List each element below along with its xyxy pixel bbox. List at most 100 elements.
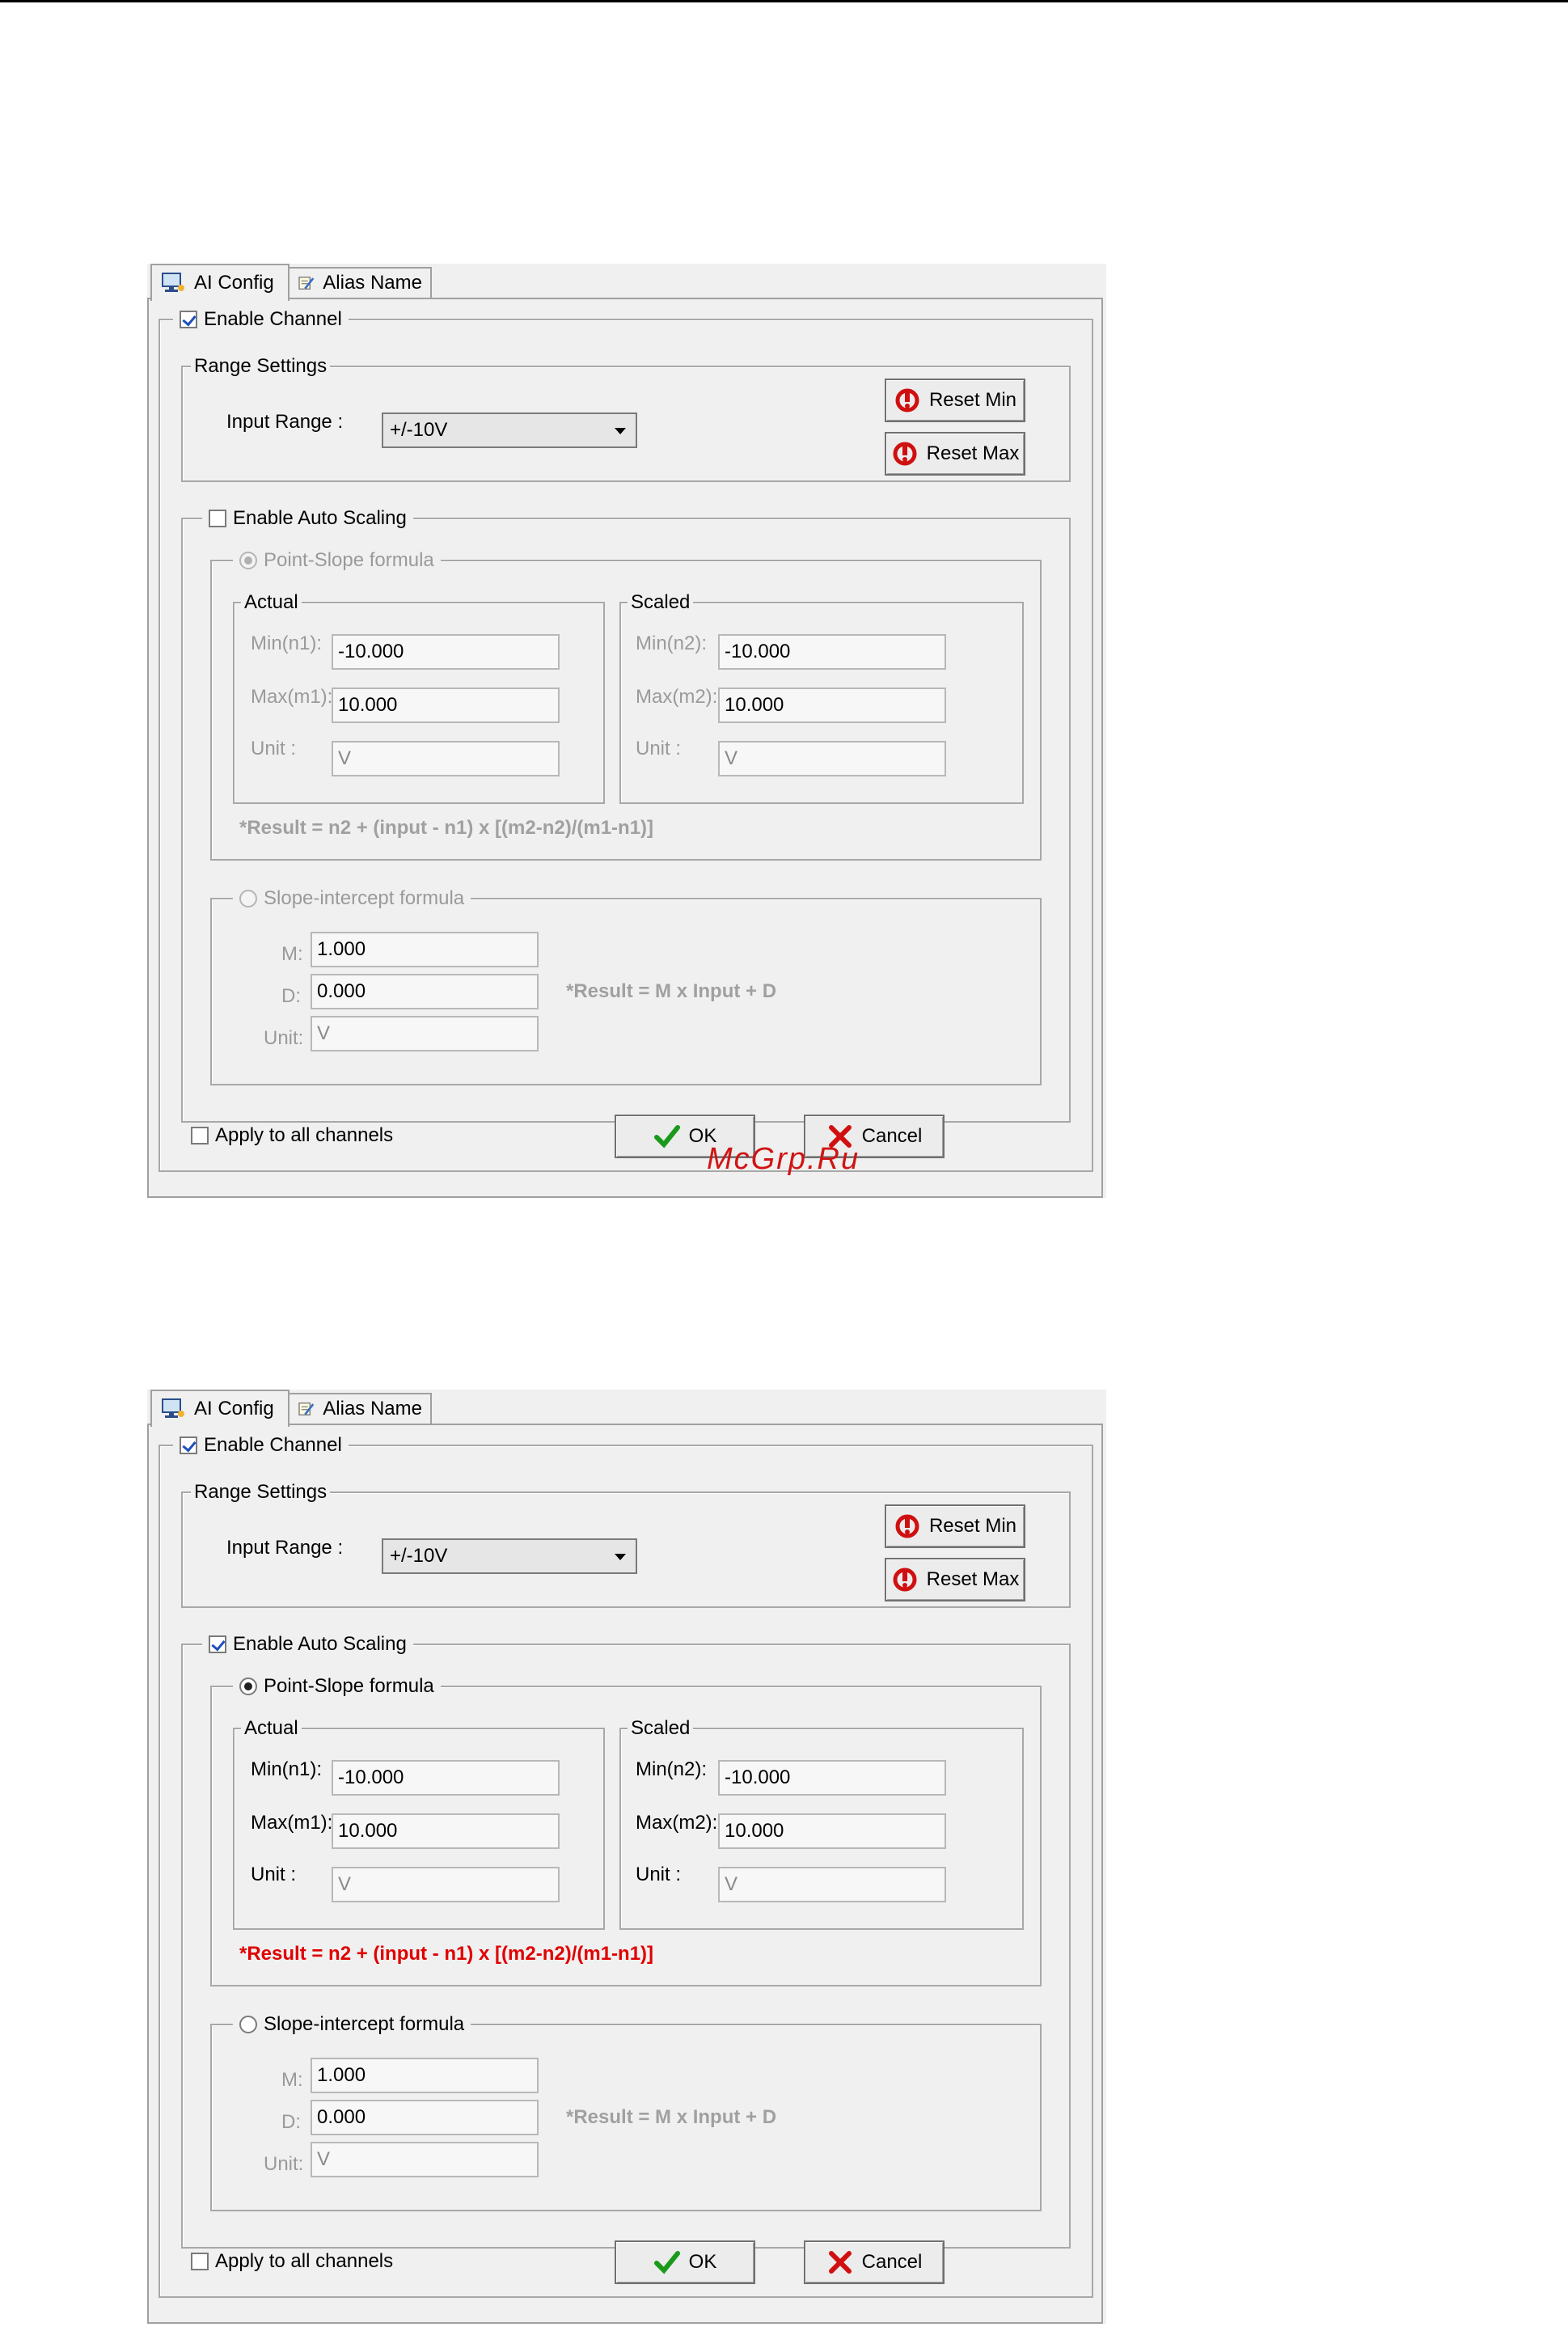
unit-si-field[interactable]: V [311, 1016, 539, 1051]
auto-scaling-legend: Enable Auto Scaling [202, 1632, 413, 1656]
unit-scaled-value: V [725, 747, 738, 769]
cancel-label: Cancel [861, 2251, 923, 2273]
point-slope-group: Point-Slope formula Actual Min(n1): -10.… [210, 548, 1042, 861]
min-n2-field[interactable]: -10.000 [718, 634, 946, 670]
red-reset-icon [893, 442, 917, 466]
cancel-label: Cancel [861, 1125, 923, 1147]
d-field[interactable]: 0.000 [311, 974, 539, 1009]
range-settings-title-text: Range Settings [194, 1481, 328, 1503]
reset-max-button[interactable]: Reset Max [885, 432, 1025, 476]
red-reset-icon [895, 388, 919, 413]
unit-scaled-field[interactable]: V [718, 1867, 946, 1902]
min-n2-value: -10.000 [725, 1766, 791, 1788]
watermark: McGrp.Ru [707, 1142, 860, 1176]
slope-intercept-radio[interactable] [239, 2016, 257, 2033]
tab-ai-config[interactable]: AI Config [150, 264, 290, 301]
unit-si-field[interactable]: V [311, 2142, 539, 2177]
unit-scaled-value: V [725, 1873, 738, 1895]
max-m2-field[interactable]: 10.000 [718, 688, 946, 723]
enable-channel-legend: Enable Channel [173, 1433, 349, 1458]
max-m2-label: Max(m2): [636, 1812, 718, 1834]
page-top-rule [0, 0, 1568, 2]
max-m1-field[interactable]: 10.000 [332, 1813, 560, 1849]
unit-si-label: Unit: [264, 2153, 304, 2175]
monitor-network-icon [162, 273, 184, 292]
scaled-title: Scaled [628, 1716, 694, 1741]
tab-label: Alias Name [323, 272, 422, 294]
max-m2-field[interactable]: 10.000 [718, 1813, 946, 1849]
apply-all-checkbox[interactable] [191, 1127, 209, 1144]
min-n2-field[interactable]: -10.000 [718, 1760, 946, 1796]
input-range-select[interactable]: +/-10V [382, 1538, 637, 1574]
apply-all-row: Apply to all channels [191, 2250, 393, 2273]
tab-label: AI Config [194, 272, 274, 294]
slope-intercept-formula: *Result = M x Input + D [566, 980, 777, 1002]
reset-min-button[interactable]: Reset Min [885, 1504, 1025, 1548]
enable-auto-scaling-label: Enable Auto Scaling [233, 507, 407, 529]
point-slope-radio[interactable] [239, 552, 257, 569]
unit-actual-field[interactable]: V [332, 1867, 560, 1902]
enable-channel-checkbox[interactable] [180, 1436, 197, 1454]
red-reset-icon [895, 1514, 919, 1538]
max-m1-value: 10.000 [338, 1820, 398, 1842]
unit-actual-label: Unit : [251, 1864, 297, 1885]
enable-auto-scaling-label: Enable Auto Scaling [233, 1633, 407, 1655]
m-field[interactable]: 1.000 [311, 932, 539, 967]
unit-scaled-field[interactable]: V [718, 741, 946, 776]
slope-intercept-radio[interactable] [239, 890, 257, 908]
slope-intercept-legend: Slope-intercept formula [233, 886, 471, 911]
enable-auto-scaling-checkbox[interactable] [209, 510, 226, 527]
ai-config-panel: Enable Channel Range Settings Input Rang… [147, 1424, 1103, 2324]
min-n2-value: -10.000 [725, 641, 791, 662]
unit-si-value: V [317, 2148, 331, 2170]
enable-channel-checkbox[interactable] [180, 311, 197, 328]
scaled-title-text: Scaled [631, 1717, 691, 1739]
cancel-button[interactable]: Cancel [804, 2240, 945, 2284]
ok-button[interactable]: OK [615, 2240, 755, 2284]
apply-all-checkbox[interactable] [191, 2253, 209, 2270]
enable-auto-scaling-checkbox[interactable] [209, 1635, 226, 1653]
d-field[interactable]: 0.000 [311, 2100, 539, 2135]
apply-all-row: Apply to all channels [191, 1124, 393, 1147]
tab-alias-name[interactable]: Alias Name [288, 267, 432, 298]
tab-alias-name[interactable]: Alias Name [288, 1393, 432, 1424]
notepad-pencil-icon [298, 1403, 315, 1415]
scaled-title-text: Scaled [631, 591, 691, 613]
d-label: D: [281, 2111, 301, 2133]
input-range-select[interactable]: +/-10V [382, 413, 637, 448]
slope-intercept-group: Slope-intercept formula M: 1.000 D: 0.00… [210, 2012, 1042, 2211]
max-m2-value: 10.000 [725, 1820, 784, 1842]
chevron-down-icon [615, 428, 626, 434]
max-m1-label: Max(m1): [251, 686, 333, 708]
input-range-value: +/-10V [390, 419, 448, 441]
reset-max-label: Reset Max [926, 442, 1020, 464]
range-settings-group: Range Settings Input Range : +/-10V Rese… [181, 354, 1071, 482]
range-settings-title: Range Settings [191, 1480, 331, 1504]
min-n1-field[interactable]: -10.000 [332, 634, 560, 670]
actual-title-text: Actual [244, 591, 298, 613]
enable-channel-group: Enable Channel Range Settings Input Rang… [158, 1433, 1093, 2298]
max-m1-value: 10.000 [338, 694, 398, 716]
actual-title-text: Actual [244, 1717, 298, 1739]
tab-strip: AI Config Alias Name [147, 264, 1106, 301]
m-field[interactable]: 1.000 [311, 2058, 539, 2093]
point-slope-formula: *Result = n2 + (input - n1) x [(m2-n2)/(… [239, 1943, 654, 1965]
unit-si-value: V [317, 1022, 331, 1044]
unit-actual-value: V [338, 1873, 352, 1895]
min-n1-value: -10.000 [338, 641, 404, 662]
unit-actual-field[interactable]: V [332, 741, 560, 776]
max-m1-field[interactable]: 10.000 [332, 688, 560, 723]
point-slope-label: Point-Slope formula [264, 549, 434, 571]
enable-channel-legend: Enable Channel [173, 307, 349, 332]
reset-min-label: Reset Min [928, 1515, 1017, 1537]
min-n1-field[interactable]: -10.000 [332, 1760, 560, 1796]
enable-channel-group: Enable Channel Range Settings Input Rang… [158, 307, 1093, 1172]
input-range-label: Input Range : [226, 1537, 344, 1559]
range-settings-title-text: Range Settings [194, 355, 328, 377]
tab-ai-config[interactable]: AI Config [150, 1390, 290, 1427]
point-slope-radio[interactable] [239, 1678, 257, 1695]
reset-min-button[interactable]: Reset Min [885, 379, 1025, 422]
reset-max-button[interactable]: Reset Max [885, 1558, 1025, 1601]
apply-all-label: Apply to all channels [215, 2250, 394, 2272]
input-range-value: +/-10V [390, 1545, 448, 1567]
